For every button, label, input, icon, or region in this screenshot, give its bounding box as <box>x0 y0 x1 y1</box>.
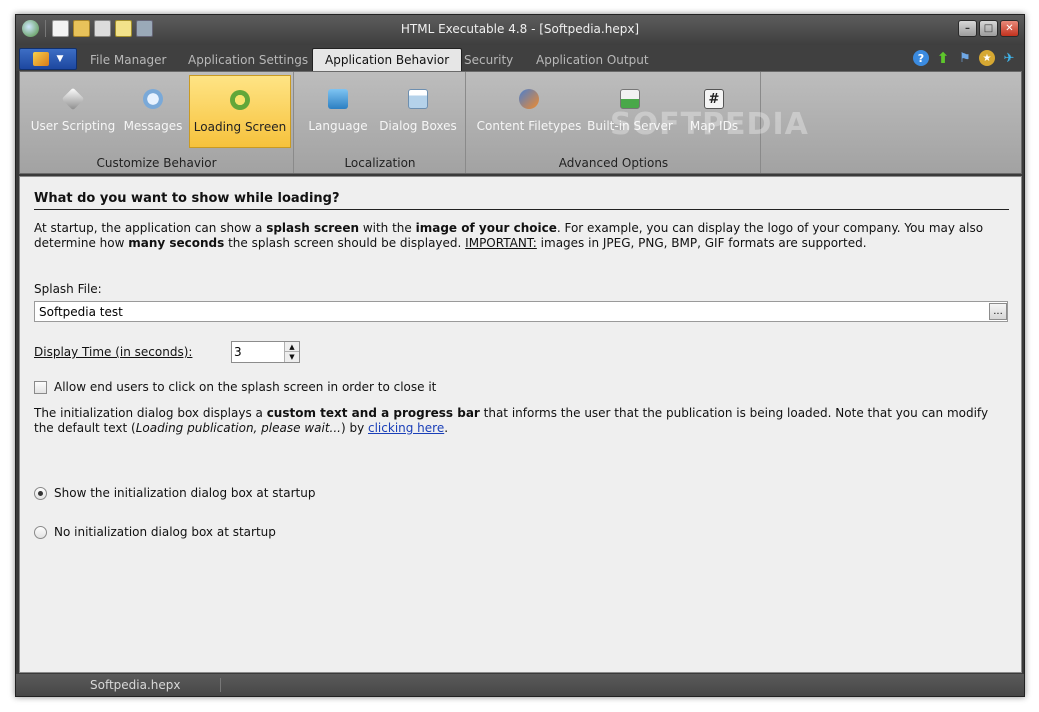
network-icon[interactable]: ⚑ <box>957 50 973 66</box>
window-controls: – □ ✕ <box>958 20 1019 37</box>
group-customize-behavior: User Scripting Messages Loading Screen C… <box>20 72 294 173</box>
user-scripting-label: User Scripting <box>30 119 116 133</box>
init-text: ) by <box>340 421 368 435</box>
title-bar: HTML Executable 4.8 - [Softpedia.hepx] –… <box>16 15 1024 45</box>
dialog-boxes-button[interactable]: Dialog Boxes <box>377 75 459 148</box>
section-heading: What do you want to show while loading? <box>34 191 1009 210</box>
tab-application-settings[interactable]: Application Settings <box>176 48 320 71</box>
stepper-down-icon[interactable]: ▼ <box>285 352 299 362</box>
intro-text: images in JPEG, PNG, BMP, GIF formats ar… <box>536 236 867 250</box>
window-title: HTML Executable 4.8 - [Softpedia.hepx] <box>400 22 640 36</box>
status-file-name: Softpedia.hepx <box>90 678 181 692</box>
display-time-label: Display Time (in seconds): <box>34 345 193 359</box>
softpedia-watermark: SOFTPEDIA <box>610 107 809 142</box>
ribbon: User Scripting Messages Loading Screen C… <box>19 71 1022 174</box>
status-bar: Softpedia.hepx <box>16 674 1024 696</box>
messages-button[interactable]: Messages <box>120 75 186 148</box>
init-italic: Loading publication, please wait... <box>135 421 341 435</box>
hash-icon: # <box>704 89 724 109</box>
stepper-arrows: ▲ ▼ <box>284 342 299 362</box>
group-localization: Language Dialog Boxes Localization <box>295 72 466 173</box>
browse-button[interactable]: ... <box>989 303 1007 320</box>
tab-application-output[interactable]: Application Output <box>524 48 661 71</box>
dialog-boxes-label: Dialog Boxes <box>379 119 457 133</box>
allow-close-checkbox[interactable] <box>34 381 47 394</box>
loading-screen-button[interactable]: Loading Screen <box>189 75 291 148</box>
dropdown-arrow-icon: ▼ <box>56 54 64 64</box>
intro-text: At startup, the application can show a <box>34 221 267 235</box>
display-time-input[interactable] <box>232 342 284 362</box>
dialog-icon <box>408 89 428 109</box>
loading-screen-label: Loading Screen <box>193 120 287 134</box>
language-button[interactable]: Language <box>303 75 373 148</box>
content-panel: What do you want to show while loading? … <box>19 176 1022 673</box>
messages-label: Messages <box>123 119 183 133</box>
close-button[interactable]: ✕ <box>1000 20 1019 37</box>
app-window: HTML Executable 4.8 - [Softpedia.hepx] –… <box>15 14 1025 697</box>
tab-security[interactable]: Security <box>452 48 525 71</box>
twitter-icon[interactable]: ✈ <box>1001 50 1017 66</box>
ribbon-tab-row: ▼ File Manager Application Settings Appl… <box>16 45 1024 71</box>
splash-file-label: Splash File: <box>34 282 102 296</box>
app-menu-button[interactable]: ▼ <box>19 48 77 70</box>
award-icon[interactable]: ★ <box>979 50 995 66</box>
show-init-dialog-label: Show the initialization dialog box at st… <box>54 486 316 500</box>
intro-bold: splash screen <box>266 221 360 235</box>
maximize-button[interactable]: □ <box>979 20 998 37</box>
script-icon <box>61 87 85 111</box>
group-label-customize: Customize Behavior <box>96 156 217 170</box>
pen-icon <box>32 52 49 66</box>
filetypes-icon <box>519 89 539 109</box>
minimize-button[interactable]: – <box>958 20 977 37</box>
messages-icon <box>143 89 163 109</box>
content-filetypes-button[interactable]: Content Filetypes <box>477 75 581 148</box>
allow-close-label: Allow end users to click on the splash s… <box>54 380 437 394</box>
server-icon <box>620 89 640 109</box>
user-scripting-button[interactable]: User Scripting <box>28 75 118 148</box>
help-icon[interactable]: ? <box>913 50 929 66</box>
intro-paragraph: At startup, the application can show a s… <box>34 221 1009 251</box>
no-init-dialog-radio[interactable] <box>34 526 47 539</box>
tab-file-manager[interactable]: File Manager <box>78 48 179 71</box>
clicking-here-link[interactable]: clicking here <box>368 421 444 435</box>
group-label-localization: Localization <box>344 156 416 170</box>
important-label: IMPORTANT: <box>465 236 537 250</box>
intro-text: the splash screen should be displayed. <box>224 236 466 250</box>
splash-file-input[interactable] <box>34 301 1008 322</box>
intro-text: with the <box>359 221 416 235</box>
language-icon <box>328 89 348 109</box>
language-label: Language <box>308 119 368 133</box>
stepper-up-icon[interactable]: ▲ <box>285 342 299 352</box>
tab-application-behavior[interactable]: Application Behavior <box>312 48 463 71</box>
init-text: The initialization dialog box displays a <box>34 406 267 420</box>
update-arrow-icon[interactable]: ⬆ <box>935 49 951 67</box>
display-time-stepper[interactable]: ▲ ▼ <box>231 341 300 363</box>
init-text: . <box>444 421 449 435</box>
show-init-dialog-radio[interactable] <box>34 487 47 500</box>
loading-icon <box>230 90 250 110</box>
status-separator <box>220 678 221 692</box>
intro-bold: image of your choice <box>415 221 557 235</box>
group-label-advanced: Advanced Options <box>558 156 669 170</box>
tab-row-icons: ? ⬆ ⚑ ★ ✈ <box>913 49 1017 67</box>
intro-bold: many seconds <box>128 236 225 250</box>
init-paragraph: The initialization dialog box displays a… <box>34 406 1009 436</box>
content-filetypes-label: Content Filetypes <box>476 119 582 133</box>
no-init-dialog-label: No initialization dialog box at startup <box>54 525 276 539</box>
init-bold: custom text and a progress bar <box>266 406 480 420</box>
